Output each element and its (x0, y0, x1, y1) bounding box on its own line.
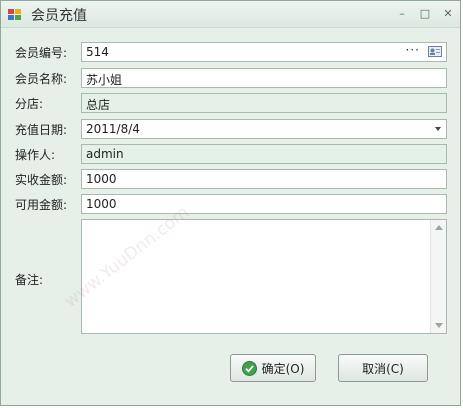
minimize-icon: – (399, 6, 405, 20)
received-amount-field[interactable]: 1000 (81, 169, 447, 189)
operator-value: admin (86, 147, 124, 161)
check-circle-icon (241, 360, 257, 376)
date-value: 2011/8/4 (86, 122, 140, 136)
operator-label: 操作人: (15, 148, 56, 162)
cancel-button-label: 取消(C) (362, 361, 404, 376)
available-value: 1000 (86, 197, 117, 211)
branch-row: 分店: 总店 (1, 93, 460, 113)
scroll-up-icon[interactable] (435, 225, 443, 230)
available-row: 可用金额: 1000 (1, 194, 460, 214)
date-label: 充值日期: (15, 123, 68, 137)
member-recharge-dialog: 会员充值 – □ ✕ 会员编号: 514 ··· 会员名称: 苏小姐 分店: 总… (0, 0, 461, 406)
notes-textarea[interactable] (81, 219, 447, 334)
operator-field: admin (81, 144, 447, 164)
branch-value: 总店 (86, 98, 111, 112)
app-icon (8, 9, 21, 20)
received-row: 实收金额: 1000 (1, 169, 460, 189)
member-no-field[interactable]: 514 ··· (81, 42, 447, 62)
member-name-label: 会员名称: (15, 72, 68, 86)
title-bar: 会员充值 – □ ✕ (1, 1, 460, 28)
branch-label: 分店: (15, 97, 44, 111)
close-button[interactable]: ✕ (438, 5, 458, 21)
notes-label: 备注: (15, 273, 44, 287)
member-name-value: 苏小姐 (86, 73, 123, 87)
minimize-button[interactable]: – (392, 5, 412, 21)
member-name-row: 会员名称: 苏小姐 (1, 68, 460, 88)
cancel-button[interactable]: 取消(C) (338, 354, 428, 382)
received-value: 1000 (86, 172, 117, 186)
member-name-field[interactable]: 苏小姐 (81, 68, 447, 88)
member-no-label: 会员编号: (15, 46, 68, 60)
id-card-icon[interactable] (428, 46, 442, 57)
chevron-down-icon[interactable] (435, 127, 441, 131)
operator-row: 操作人: admin (1, 144, 460, 164)
member-no-row: 会员编号: 514 ··· (1, 42, 460, 62)
available-label: 可用金额: (15, 198, 68, 212)
ok-button[interactable]: 确定(O) (230, 354, 316, 382)
member-no-value: 514 (86, 45, 109, 59)
notes-scrollbar[interactable] (430, 220, 446, 333)
available-amount-field[interactable]: 1000 (81, 194, 447, 214)
maximize-icon: □ (419, 6, 431, 20)
branch-field: 总店 (81, 93, 447, 113)
maximize-button[interactable]: □ (415, 5, 435, 21)
received-label: 实收金额: (15, 173, 68, 187)
ok-button-label: 确定(O) (261, 361, 305, 376)
scroll-down-icon[interactable] (435, 323, 443, 328)
date-picker[interactable]: 2011/8/4 (81, 119, 447, 139)
window-title: 会员充值 (31, 8, 87, 24)
close-icon: ✕ (443, 6, 453, 20)
browse-button[interactable]: ··· (406, 43, 420, 57)
date-row: 充值日期: 2011/8/4 (1, 119, 460, 139)
